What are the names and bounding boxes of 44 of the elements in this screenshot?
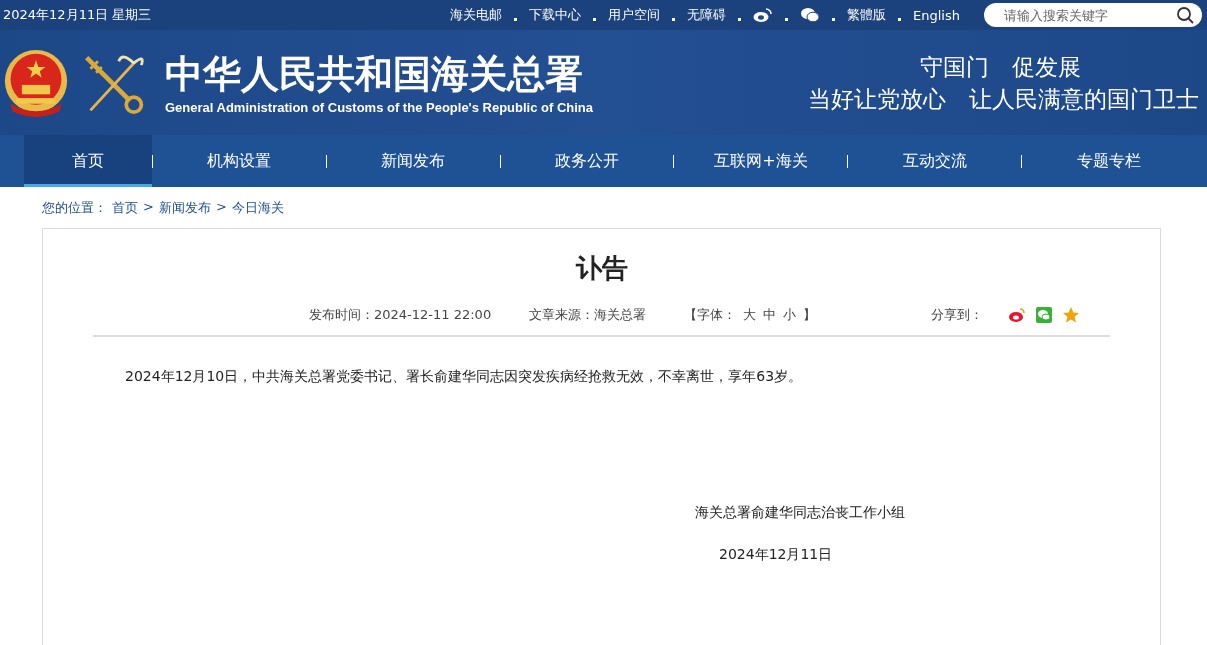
nav-tab[interactable]: 首页: [24, 135, 152, 187]
top-link[interactable]: 海关电邮: [450, 6, 503, 24]
wechat-share-icon[interactable]: [1035, 306, 1053, 324]
breadcrumb-link[interactable]: 新闻发布: [158, 199, 211, 215]
breadcrumb-link[interactable]: 今日海关: [231, 199, 284, 215]
nav-tab[interactable]: 互动交流: [848, 135, 1022, 187]
top-link[interactable]: 繁體版: [847, 6, 887, 24]
breadcrumb-link[interactable]: 首页: [112, 199, 138, 215]
site-subtitle: General Administration of Customs of the People's Republic of China: [165, 100, 594, 115]
breadcrumb-label: 您的位置：: [42, 199, 107, 215]
font-size-link[interactable]: 小: [783, 306, 797, 324]
weibo-share-icon[interactable]: [1008, 306, 1026, 324]
top-link[interactable]: 下载中心: [529, 6, 582, 24]
font-size-link[interactable]: 中: [763, 306, 777, 324]
nav-tab[interactable]: 新闻发布: [326, 135, 500, 187]
article-title: 讣告: [574, 252, 629, 285]
signature-date: 2024年12月11日: [719, 546, 834, 564]
share-label: 分享到：: [931, 306, 983, 324]
breadcrumb-separator: >: [143, 199, 154, 215]
slogan-text: 守国门 促发展: [920, 52, 1081, 82]
date-text: 2024年12月11日 星期三: [3, 6, 152, 24]
search-field[interactable]: 请输入搜索关键字: [984, 3, 1202, 27]
top-link[interactable]: English: [913, 7, 960, 23]
nav-tab[interactable]: 机构设置: [153, 135, 326, 187]
article-paragraph: 2024年12月10日，中共海关总署党委书记、署长俞建华同志因突发疾病经抢救无效，不幸离世，享年63岁。: [125, 368, 804, 386]
site-title: 中华人民共和国海关总署: [165, 50, 584, 98]
font-size-label: 【字体：: [684, 306, 737, 324]
breadcrumb-separator: >: [215, 199, 227, 215]
nav-tab[interactable]: 专题专栏: [1022, 135, 1195, 187]
signature-text: 海关总署俞建华同志治丧工作小组: [695, 504, 906, 522]
weibo-icon[interactable]: [753, 7, 774, 23]
star-share-icon[interactable]: [1062, 306, 1080, 324]
nav-tab[interactable]: 政务公开: [500, 135, 674, 187]
font-size-bracket: 】: [803, 306, 817, 324]
search-icon[interactable]: [1176, 6, 1194, 24]
publish-time: 发布时间：2024-12-11 22:00: [309, 306, 492, 324]
nav-tab[interactable]: 互联网+海关: [674, 135, 848, 187]
font-size-link[interactable]: 大: [743, 306, 757, 324]
slogan-text: 当好让党放心 让人民满意的国门卫士: [808, 84, 1199, 114]
top-link[interactable]: 用户空间: [608, 6, 661, 24]
emblem-icon: [3, 47, 69, 118]
wechat-icon[interactable]: [800, 7, 821, 23]
top-link[interactable]: 无障碍: [687, 6, 727, 24]
article-source: 文章来源：海关总署: [529, 306, 647, 324]
